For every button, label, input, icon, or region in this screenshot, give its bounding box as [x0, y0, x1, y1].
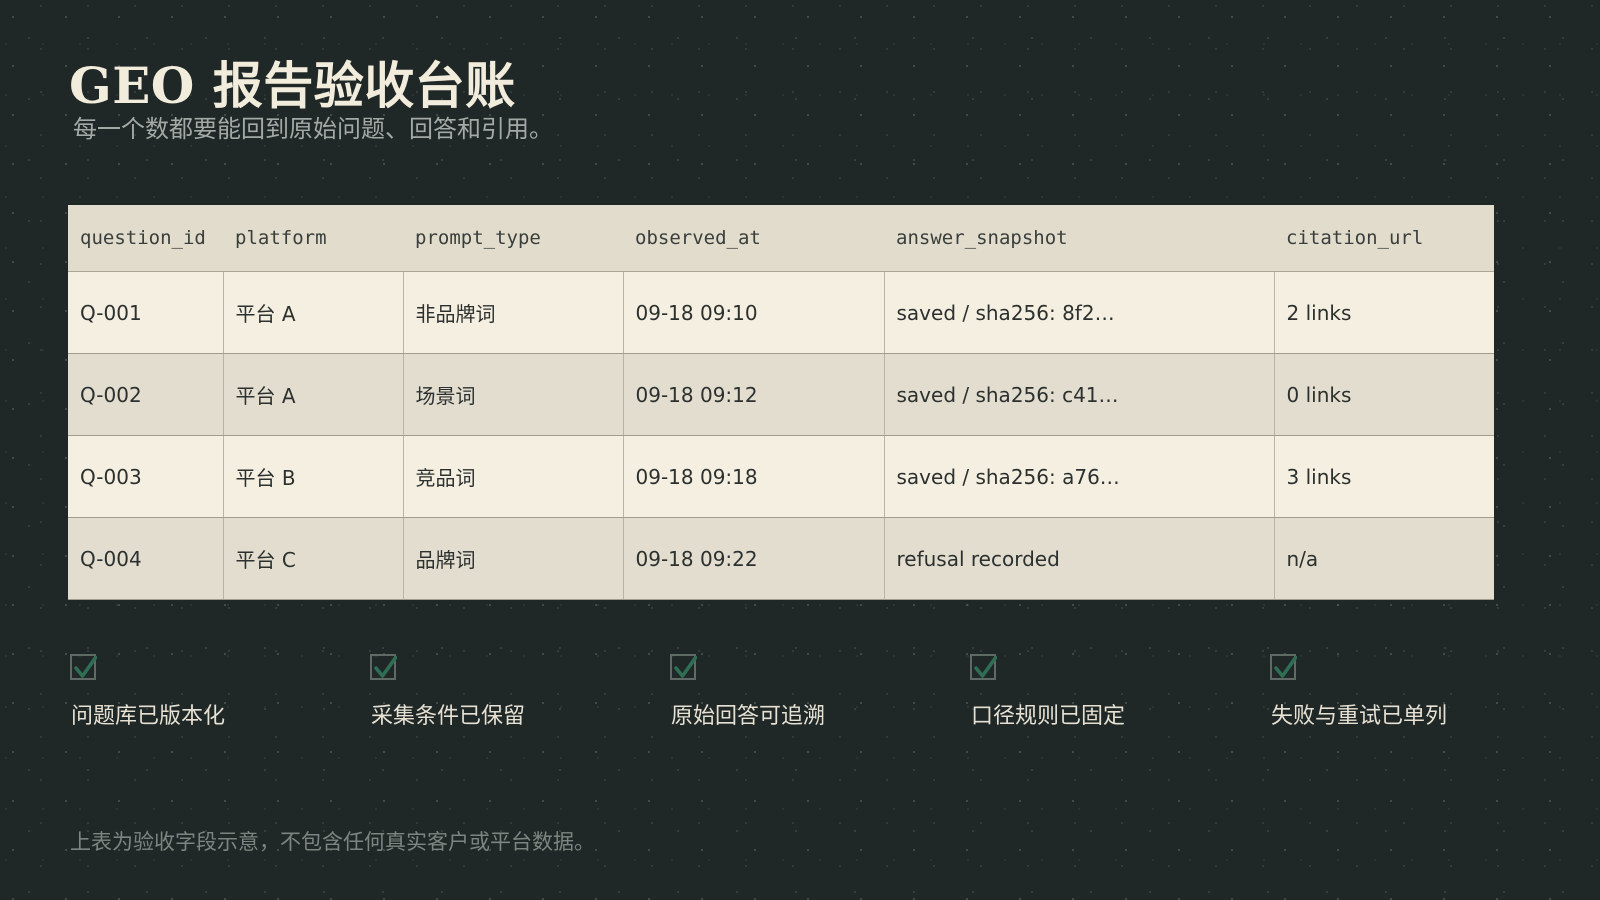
cell-platform: 平台 C [222, 517, 403, 600]
page-title: GEO 报告验收台账 [69, 56, 516, 115]
cell-observed-at: 09-18 09:22 [622, 517, 884, 600]
checklist-item-metric-rules: 口径规则已固定 [970, 654, 1125, 730]
checkmark-icon [1274, 656, 1297, 678]
table-row: Q-003 平台 B 竞品词 09-18 09:18 saved / sha25… [68, 435, 1494, 518]
checklist-item-failures-retries: 失败与重试已单列 [1270, 654, 1447, 730]
page-subtitle: 每一个数都要能回到原始问题、回答和引用。 [73, 115, 553, 143]
table-row: Q-001 平台 A 非品牌词 09-18 09:10 saved / sha2… [68, 271, 1494, 354]
cell-question-id: Q-002 [68, 353, 223, 436]
checkbox [670, 654, 697, 680]
checklist-label: 原始回答可追溯 [671, 704, 826, 729]
cell-question-id: Q-004 [68, 517, 223, 600]
cell-answer-snapshot: saved / sha256: a76… [883, 435, 1274, 518]
acceptance-ledger-table: question_id platform prompt_type observe… [68, 205, 1494, 600]
cell-observed-at: 09-18 09:18 [622, 435, 884, 518]
cell-observed-at: 09-18 09:10 [622, 271, 884, 354]
table-row: Q-002 平台 A 场景词 09-18 09:12 saved / sha25… [68, 353, 1494, 436]
cell-question-id: Q-003 [68, 435, 223, 518]
checkmark-icon [374, 656, 397, 678]
cell-prompt-type: 非品牌词 [402, 271, 623, 354]
checkbox [370, 654, 397, 680]
column-header-question-id: question_id [68, 205, 223, 272]
cell-prompt-type: 场景词 [402, 353, 623, 436]
column-header-prompt-type: prompt_type [403, 205, 623, 272]
checklist-label: 口径规则已固定 [971, 704, 1126, 729]
cell-prompt-type: 品牌词 [402, 517, 623, 600]
cell-answer-snapshot: saved / sha256: 8f2… [883, 271, 1274, 354]
table-row: Q-004 平台 C 品牌词 09-18 09:22 refusal recor… [68, 517, 1494, 600]
checklist-label: 失败与重试已单列 [1271, 704, 1448, 729]
column-header-platform: platform [223, 205, 403, 272]
cell-citation-url: 2 links [1273, 271, 1494, 354]
cell-platform: 平台 A [222, 271, 403, 354]
checklist-label: 采集条件已保留 [371, 704, 526, 729]
cell-platform: 平台 B [222, 435, 403, 518]
footnote: 上表为验收字段示意，不包含任何真实客户或平台数据。 [70, 830, 595, 854]
cell-citation-url: 0 links [1273, 353, 1494, 436]
cell-question-id: Q-001 [68, 271, 223, 354]
checklist-item-collection-conditions: 采集条件已保留 [370, 654, 525, 730]
column-header-citation-url: citation_url [1274, 205, 1494, 272]
column-header-answer-snapshot: answer_snapshot [884, 205, 1274, 272]
checkmark-icon [74, 656, 97, 678]
cell-citation-url: n/a [1273, 517, 1494, 600]
checkbox [970, 654, 997, 680]
checkmark-icon [974, 656, 997, 678]
table-header-row: question_id platform prompt_type observe… [68, 205, 1494, 272]
cell-answer-snapshot: saved / sha256: c41… [883, 353, 1274, 436]
checklist-label: 问题库已版本化 [71, 704, 226, 729]
checklist-item-question-bank: 问题库已版本化 [70, 654, 225, 730]
checkmark-icon [674, 656, 697, 678]
checklist-item-original-answer: 原始回答可追溯 [670, 654, 825, 730]
cell-platform: 平台 A [222, 353, 403, 436]
checkbox [1270, 654, 1297, 680]
column-header-observed-at: observed_at [623, 205, 884, 272]
checkbox [70, 654, 97, 680]
cell-prompt-type: 竞品词 [402, 435, 623, 518]
cell-answer-snapshot: refusal recorded [883, 517, 1274, 600]
cell-citation-url: 3 links [1273, 435, 1494, 518]
cell-observed-at: 09-18 09:12 [622, 353, 884, 436]
